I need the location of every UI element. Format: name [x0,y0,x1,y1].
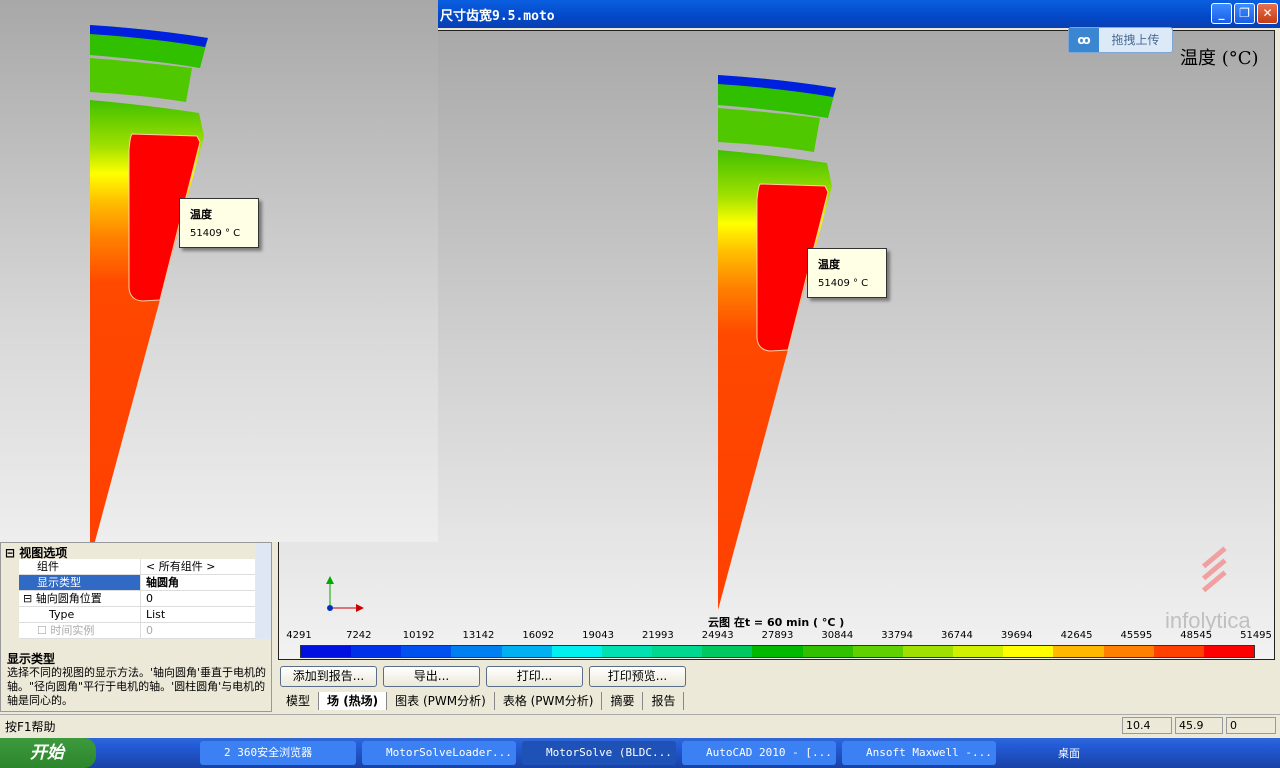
tab-model[interactable]: 模型 [278,692,320,710]
colorbar-tick-label: 51495 [1240,630,1272,641]
tab-table-pwm[interactable]: 表格 (PWM分析) [495,692,603,710]
motor-plot-main [717,74,837,611]
colorbar-tick-label: 48545 [1180,630,1213,641]
print-button[interactable]: 打印... [486,666,583,687]
print-preview-button[interactable]: 打印预览... [589,666,686,687]
colorbar-segment [451,646,502,657]
start-button[interactable]: 开始 [0,738,96,768]
task-motorsolve[interactable]: MotorSolve (BLDC... [522,741,676,765]
status-value-2: 45.9 [1175,717,1223,734]
property-scrollbar[interactable] [256,543,271,639]
property-row-time-instance[interactable]: ☐ 时间实例 0 [19,623,255,639]
property-row-axial-position[interactable]: ⊟ 轴向圆角位置 0 [19,591,255,607]
colorbar-segment [601,646,653,657]
colorbar-segment [852,646,903,657]
colorbar-segment [1003,646,1054,657]
task-ansoft-maxwell[interactable]: Ansoft Maxwell -... [842,741,996,765]
status-value-3: 0 [1226,717,1276,734]
taskbar: 开始 2 360安全浏览器 MotorSolveLoader... MotorS… [0,738,1280,768]
colorbar-segment [501,646,552,657]
export-button[interactable]: 导出... [383,666,480,687]
temperature-tooltip: 温度 51409 ° C [807,248,887,298]
tab-summary[interactable]: 摘要 [602,692,644,710]
colorbar-segment [752,646,803,657]
floating-plot-snapshot: 温度 51409 ° C [0,0,438,542]
property-row-display-type[interactable]: 显示类型 轴圆角 [19,575,255,591]
colorbar-tick-label: 7242 [346,630,372,641]
colorbar-segment [652,646,703,657]
tab-thermal-field[interactable]: 场 (热场) [319,692,388,710]
colorbar-tick-label: 39694 [1000,630,1033,641]
add-to-report-button[interactable]: 添加到报告... [280,666,377,687]
colorbar-segment [1053,646,1104,657]
colorbar-tick-label: 33794 [881,630,914,641]
colorbar-tick-label: 10192 [402,630,435,641]
colorbar-tick-label: 24943 [701,630,734,641]
status-bar: 按F1帮助 10.4 45.9 0 [0,714,1280,736]
task-autocad[interactable]: AutoCAD 2010 - [... [682,741,836,765]
cloud-link-icon: ꝏ [1069,28,1099,52]
status-value-1: 10.4 [1122,717,1172,734]
tab-chart-pwm[interactable]: 图表 (PWM分析) [387,692,495,710]
colorbar-segment [1203,646,1254,657]
help-text: 选择不同的视图的显示方法。'轴向圆角'垂直于电机的轴。"径向圆角"平行于电机的轴… [7,666,267,707]
colorbar-tick-label: 4291 [286,630,312,641]
colorbar-segment [902,646,954,657]
status-help: 按F1帮助 [5,720,56,734]
colorbar-segment [702,646,753,657]
property-row-type[interactable]: Type List [19,607,255,623]
colorbar-tick-label: 21993 [641,630,674,641]
unit-label: 温度 (°C) [1180,48,1259,69]
colorbar-segment [351,646,402,657]
colorbar-tick-label: 19043 [582,630,614,641]
task-360-browser[interactable]: 2 360安全浏览器 [200,741,356,765]
drag-upload-button[interactable]: ꝏ 拖拽上传 [1068,27,1173,53]
colorbar-tick-label: 45595 [1120,630,1153,641]
colorbar-segment [802,646,853,657]
colorbar-tick-label: 36744 [941,630,973,641]
temperature-tooltip-snapshot: 温度 51409 ° C [179,198,259,248]
help-title: 显示类型 [7,652,56,666]
colorbar-segment [401,646,452,657]
colorbar-segment [301,646,352,657]
colorbar-tick-label: 27893 [761,630,794,641]
colorbar-segment [1153,646,1204,657]
desktop-toolbar[interactable]: 桌面 [1058,745,1080,761]
property-row-component[interactable]: 组件 < 所有组件 > [19,559,255,575]
task-motorsolve-loader[interactable]: MotorSolveLoader... [362,741,516,765]
colorbar-title: 云图 在t = 60 min ( °C ) [708,616,845,629]
colorbar-segment [1103,646,1154,657]
colorbar-segment [953,646,1004,657]
colorbar-tick-label: 16092 [522,630,555,641]
colorbar-tick-label: 30844 [821,630,854,641]
tab-report[interactable]: 报告 [643,692,685,710]
view-tabs: 模型 场 (热场) 图表 (PWM分析) 表格 (PWM分析) 摘要 报告 [278,692,685,710]
colorbar-tick-label: 13142 [462,630,495,641]
colorbar [300,645,1255,658]
axis-triad-icon [326,576,364,612]
colorbar-segment [551,646,602,657]
property-panel: ⊟ 视图选项 组件 < 所有组件 > 显示类型 轴圆角 ⊟ 轴向圆角位置 0 Type… [0,542,272,712]
colorbar-tick-label: 42645 [1060,630,1093,641]
